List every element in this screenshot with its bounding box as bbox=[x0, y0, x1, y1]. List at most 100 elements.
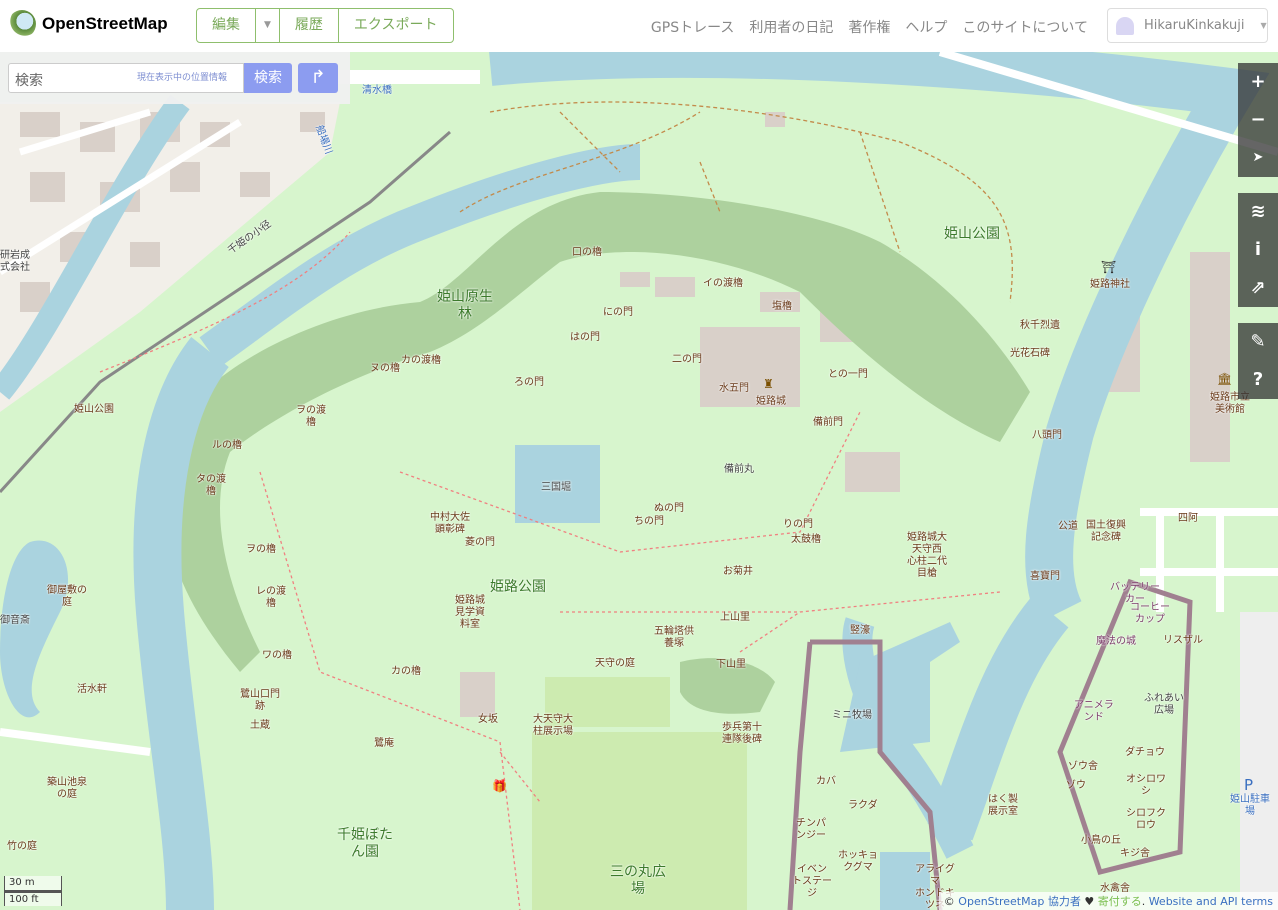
label-ro-yagura[interactable]: 口の櫓 bbox=[572, 247, 602, 259]
nav-about[interactable]: このサイトについて bbox=[962, 17, 1088, 37]
label-chimpanzee[interactable]: チンパ ンジー bbox=[796, 818, 826, 842]
label-tsukiyama-garden[interactable]: 築山池泉 の庭 bbox=[47, 777, 87, 801]
query-features-button[interactable]: ? bbox=[1238, 361, 1278, 399]
label-ka-yagura[interactable]: カの櫓 bbox=[391, 666, 421, 678]
map-canvas[interactable]: 清水橋 千姫の小径 姫山原生 林 姫山公園 姫路神社 口の櫓 イの渡櫓 にの門 … bbox=[0, 52, 1278, 910]
terms-link[interactable]: Website and API terms bbox=[1149, 895, 1273, 908]
label-shimo-yamazato[interactable]: 下山里 bbox=[716, 659, 746, 671]
label-elephant-house[interactable]: ゾウ舎 bbox=[1068, 761, 1098, 773]
label-reconstruction-monument[interactable]: 国土復興 記念碑 bbox=[1086, 520, 1126, 544]
history-button[interactable]: 履歴 bbox=[280, 9, 339, 42]
label-mizu-5-gate[interactable]: 水五門 bbox=[719, 383, 749, 395]
user-menu[interactable]: HikaruKinkakuji ▼ bbox=[1107, 8, 1268, 43]
label-parking[interactable]: 姫山駐車 場 bbox=[1230, 794, 1270, 818]
label-pheasant-house[interactable]: キジ舎 bbox=[1120, 848, 1150, 860]
label-camel[interactable]: ラクダ bbox=[848, 800, 878, 812]
label-squirrel-monkey[interactable]: リスザル bbox=[1163, 635, 1203, 647]
label-tenshu-garden[interactable]: 天守の庭 bbox=[595, 658, 635, 670]
label-bizen-maru[interactable]: 備前丸 bbox=[724, 464, 754, 476]
label-polar-bear[interactable]: ホッキョ クグマ bbox=[838, 850, 878, 874]
label-gorinto[interactable]: 五輪塔供 養塚 bbox=[654, 626, 694, 650]
label-azumaya[interactable]: 四阿 bbox=[1178, 513, 1198, 525]
label-himeji-park[interactable]: 姫路公園 bbox=[490, 579, 546, 596]
label-kireimon[interactable]: 喜寶門 bbox=[1030, 571, 1060, 583]
nav-copyright[interactable]: 著作権 bbox=[848, 17, 890, 37]
label-shinbashira[interactable]: 姫路城大 天守西 心柱二代 目槍 bbox=[907, 532, 947, 580]
label-infantry-monument[interactable]: 歩兵第十 連隊後碑 bbox=[722, 722, 762, 746]
nav-gps-traces[interactable]: GPSトレース bbox=[651, 17, 734, 37]
label-re-watari[interactable]: レの渡 櫓 bbox=[256, 586, 286, 610]
label-shimizu-bridge[interactable]: 清水橋 bbox=[362, 85, 392, 97]
label-sannomaru-square[interactable]: 三の丸広 場 bbox=[610, 864, 666, 898]
label-mini-farm[interactable]: ミニ牧場 bbox=[832, 710, 872, 722]
label-magic-castle[interactable]: 魔法の城 bbox=[1096, 636, 1136, 648]
label-ta-watari[interactable]: タの渡 櫓 bbox=[196, 474, 226, 498]
search-button[interactable]: 検索 bbox=[244, 63, 292, 93]
label-oyashiki-garden[interactable]: 御屋敷の 庭 bbox=[47, 585, 87, 609]
label-museum-room[interactable]: 姫路城 見学資 料室 bbox=[455, 595, 485, 631]
label-taxidermy-room[interactable]: はく製 展示室 bbox=[988, 794, 1018, 818]
label-anime-land[interactable]: アニメラ ンド bbox=[1074, 700, 1114, 724]
label-chi-gate[interactable]: ちの門 bbox=[634, 516, 664, 528]
contributors-link[interactable]: 協力者 bbox=[1048, 895, 1081, 908]
add-note-button[interactable]: ✎ bbox=[1238, 323, 1278, 361]
layers-button[interactable]: ≋ bbox=[1238, 193, 1278, 231]
label-kassuiken[interactable]: 活水軒 bbox=[77, 684, 107, 696]
label-nu-yagura[interactable]: ヌの櫓 bbox=[370, 363, 400, 375]
label-pillar-exhibit[interactable]: 大天守大 柱展示場 bbox=[533, 714, 573, 738]
label-nu-gate[interactable]: ぬの門 bbox=[654, 503, 684, 515]
label-ni-gate[interactable]: にの門 bbox=[603, 307, 633, 319]
label-ha-gate[interactable]: はの門 bbox=[570, 332, 600, 344]
nav-help[interactable]: ヘルプ bbox=[905, 17, 947, 37]
label-snowy-owl[interactable]: シロフク ロウ bbox=[1126, 808, 1166, 832]
label-sangoku-bori[interactable]: 三国堀 bbox=[541, 482, 571, 494]
donate-link[interactable]: 寄付する bbox=[1098, 895, 1142, 908]
map-key-button[interactable]: i bbox=[1238, 231, 1278, 269]
label-dozo[interactable]: 土蔵 bbox=[250, 720, 270, 732]
label-kodo[interactable]: 公道 bbox=[1058, 521, 1078, 533]
label-hishi-gate[interactable]: 菱の門 bbox=[465, 537, 495, 549]
label-elephant[interactable]: ゾウ bbox=[1066, 780, 1086, 792]
label-taiko-yagura[interactable]: 太鼓櫓 bbox=[791, 534, 821, 546]
export-button[interactable]: エクスポート bbox=[339, 9, 453, 42]
zoom-out-button[interactable]: − bbox=[1238, 101, 1278, 139]
label-wo-watari[interactable]: ヲの渡 櫓 bbox=[296, 405, 326, 429]
label-sagiyama-gate[interactable]: 鷺山口門 跡 bbox=[240, 689, 280, 713]
label-bird-hill[interactable]: 小鳥の丘 bbox=[1081, 835, 1121, 847]
zoom-in-button[interactable]: + bbox=[1238, 63, 1278, 101]
label-shio-yagura[interactable]: 塩櫓 bbox=[772, 301, 792, 313]
label-to-1-gate[interactable]: との一門 bbox=[828, 369, 868, 381]
label-goonsai[interactable]: 御音斎 bbox=[0, 615, 30, 627]
share-button[interactable]: ⇗ bbox=[1238, 269, 1278, 307]
label-coffee-cup[interactable]: コーヒー カップ bbox=[1130, 602, 1170, 626]
label-2-gate[interactable]: 二の門 bbox=[672, 354, 702, 366]
label-tatebori[interactable]: 竪濠 bbox=[850, 625, 870, 637]
label-bamboo-garden[interactable]: 竹の庭 bbox=[7, 841, 37, 853]
label-sagian[interactable]: 鷺庵 bbox=[374, 738, 394, 750]
label-onnazaka[interactable]: 女坂 bbox=[478, 714, 498, 726]
locate-button[interactable]: ➤ bbox=[1238, 139, 1278, 177]
label-fureai-square[interactable]: ふれあい 広場 bbox=[1144, 693, 1184, 717]
label-kami-yamazato[interactable]: 上山里 bbox=[720, 612, 750, 624]
label-ostrich[interactable]: ダチョウ bbox=[1125, 747, 1165, 759]
label-monument-1[interactable]: 秋千烈遺 bbox=[1020, 320, 1060, 332]
label-hatto-gate[interactable]: 八頭門 bbox=[1032, 430, 1062, 442]
logo[interactable]: OpenStreetMap bbox=[8, 10, 168, 38]
label-senhime-peony[interactable]: 千姫ぼた ん園 bbox=[337, 827, 393, 861]
edit-dropdown-caret-icon[interactable]: ▼ bbox=[256, 9, 280, 42]
label-monument-2[interactable]: 光花石碑 bbox=[1010, 348, 1050, 360]
nav-diaries[interactable]: 利用者の日記 bbox=[749, 17, 833, 37]
label-wa-yagura[interactable]: ワの櫓 bbox=[262, 650, 292, 662]
label-ru-yagura[interactable]: ルの櫓 bbox=[212, 440, 242, 452]
label-ri-gate[interactable]: りの門 bbox=[783, 519, 813, 531]
label-company[interactable]: 研岩成 式会社 bbox=[0, 250, 30, 274]
edit-button[interactable]: 編集 bbox=[197, 9, 256, 42]
label-hippo[interactable]: カバ bbox=[816, 776, 836, 788]
osm-link[interactable]: OpenStreetMap bbox=[958, 895, 1044, 908]
label-event-stage[interactable]: イベン トステー ジ bbox=[792, 864, 832, 900]
label-himeji-castle[interactable]: 姫路城 bbox=[756, 396, 786, 408]
label-ro-gate[interactable]: ろの門 bbox=[514, 377, 544, 389]
label-himeji-shrine[interactable]: 姫路神社 bbox=[1090, 279, 1130, 291]
label-himeyama-park-west[interactable]: 姫山公園 bbox=[74, 404, 114, 416]
label-okiku-well[interactable]: お菊井 bbox=[723, 566, 753, 578]
